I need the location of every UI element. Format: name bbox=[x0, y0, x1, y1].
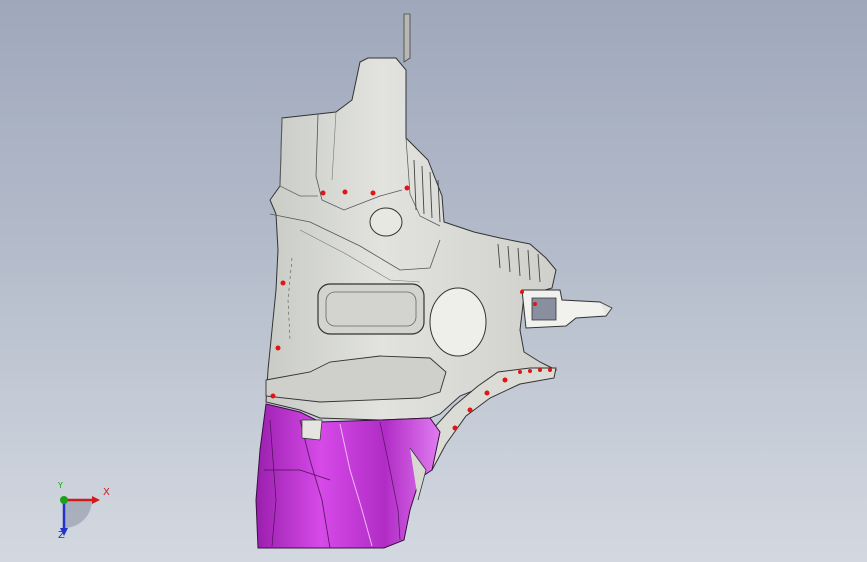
x-axis-label: X bbox=[103, 487, 110, 498]
z-axis-label: Z bbox=[58, 530, 65, 541]
y-axis-label: Y bbox=[58, 481, 63, 490]
part-body-magenta[interactable] bbox=[255, 403, 441, 549]
part-body-gray[interactable] bbox=[265, 13, 613, 471]
side-bracket bbox=[521, 289, 613, 329]
graphics-viewport[interactable]: X Y Z bbox=[0, 0, 867, 562]
cad-part-model[interactable] bbox=[0, 0, 867, 562]
oblong-slot bbox=[317, 283, 425, 335]
